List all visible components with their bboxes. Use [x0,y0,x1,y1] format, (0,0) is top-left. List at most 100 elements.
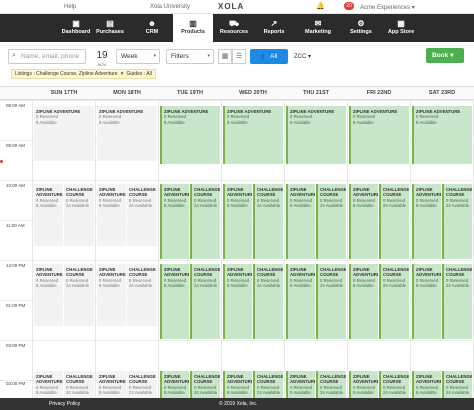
event-block[interactable]: ZIPLINE ADVENTURE 0 Reserved 8 Available [286,264,315,339]
event-block[interactable]: ZIPLINE ADVENTURE 0 Reserved 8 Available [97,264,126,326]
event-text: ADVENTURE [290,379,315,385]
event-block[interactable]: CHALLENGE COURSE 0 Reserved 24 Available [379,184,409,259]
event-block[interactable]: ZIPLINE ADVENTURE 0 Reserved 8 Available [286,371,315,398]
grid-line [95,100,96,398]
event-text: 8 Available [290,202,311,208]
event-block[interactable]: CHALLENGE COURSE 0 Reserved 24 Available [253,184,283,259]
event-text: 8 Available [416,282,437,288]
event-text: 8 Available [99,202,120,208]
event-block[interactable]: CHALLENGE COURSE 0 Reserved 24 Available [127,184,157,246]
event-text: 8 Available [290,282,311,288]
event-block[interactable]: ZIPLINE ADVENTURE 0 Reserved 8 Available [286,184,315,259]
event-text: 24 Available [320,389,344,395]
book-button[interactable]: Book ▾ [426,48,464,63]
nav-reports[interactable]: ↗ Reports [254,18,294,35]
reports-icon: ↗ [270,19,278,28]
event-block[interactable]: ZIPLINE ADVENTURE 0 Reserved 8 Available [160,106,220,164]
event-block[interactable]: CHALLENGE COURSE 0 Reserved 24 Available [64,264,94,326]
event-text: 24 Available [194,389,218,395]
event-block[interactable]: ZIPLINE ADVENTURE 0 Reserved 8 Available [34,371,63,398]
event-block[interactable]: ZIPLINE ADVENTURE 0 Reserved 8 Available [34,106,94,161]
event-block[interactable]: ZIPLINE ADVENTURE 0 Reserved 8 Available [412,184,441,259]
event-block[interactable]: CHALLENGE COURSE 0 Reserved 24 Available [190,371,220,398]
event-text: ADVENTURE [227,379,252,385]
event-block[interactable]: CHALLENGE COURSE 0 Reserved 24 Available [316,264,346,339]
event-text: 8 Available [164,202,185,208]
event-block[interactable]: ZIPLINE ADVENTURE 0 Reserved 8 Available [223,264,252,339]
event-block[interactable]: ZIPLINE ADVENTURE 0 Reserved 8 Available [412,264,441,339]
event-block[interactable]: ZIPLINE ADVENTURE 0 Reserved 8 Available [97,106,157,161]
filters-select[interactable]: Filters ▾ [166,49,214,64]
privacy-policy-link[interactable]: Privacy Policy [49,398,80,410]
event-block[interactable]: ZIPLINE ADVENTURE 0 Reserved 8 Available [160,264,189,339]
event-block[interactable]: CHALLENGE COURSE 0 Reserved 24 Available [127,371,157,398]
event-text: ADVENTURE [164,272,189,278]
event-block[interactable]: ZIPLINE ADVENTURE 0 Reserved 8 Available [223,184,252,259]
view-select[interactable]: Week ▾ [116,49,160,64]
time-label: 11:00 AM [6,223,25,228]
event-block[interactable]: CHALLENGE COURSE 0 Reserved 24 Available [316,371,346,398]
nav-products[interactable]: ▥ Products [173,14,213,42]
week-header: SUN 17TH MON 18TH TUE 19TH WED 20TH THU … [0,86,474,100]
time-label: 12:00 PM [6,263,26,268]
date-picker[interactable]: 19 NOV [94,45,110,67]
event-block[interactable]: CHALLENGE COURSE 0 Reserved 24 Available [64,184,94,246]
event-block[interactable]: ZIPLINE ADVENTURE 0 Reserved 8 Available [160,184,189,259]
all-guides-button[interactable]: 👥 All [250,49,288,64]
event-block[interactable]: ZIPLINE ADVENTURE 0 Reserved 8 Available [349,371,378,398]
event-block[interactable]: CHALLENGE COURSE 0 Reserved 24 Available [253,371,283,398]
event-text: 8 Available [227,389,248,395]
nav-purchases[interactable]: ▤ Purchases [90,18,130,35]
event-block[interactable]: CHALLENGE COURSE 0 Reserved 24 Available [379,264,409,339]
event-block[interactable]: CHALLENGE COURSE 0 Reserved 24 Available [190,264,220,339]
notification-bell-icon[interactable]: 🔔 [316,2,325,10]
event-block[interactable]: ZIPLINE ADVENTURE 0 Reserved 8 Available [349,184,378,259]
search-input[interactable]: ⌕ Name, email, phone [8,49,86,64]
event-text: 24 Available [257,389,281,395]
list-view-button[interactable]: ☰ [232,49,246,64]
event-block[interactable]: ZIPLINE ADVENTURE 0 Reserved 8 Available [223,106,283,164]
event-block[interactable]: ZIPLINE ADVENTURE 0 Reserved 8 Available [349,106,409,164]
time-label: 10:00 AM [6,183,26,188]
event-block[interactable]: ZIPLINE ADVENTURE 0 Reserved 8 Available [34,264,63,326]
settings-icon: ⚙ [357,19,365,28]
calendar-view-button[interactable]: ▦ [218,49,232,64]
event-block[interactable]: CHALLENGE COURSE 0 Reserved 24 Available [316,184,346,259]
event-block[interactable]: CHALLENGE COURSE 0 Reserved 24 Available [127,264,157,326]
event-block[interactable]: CHALLENGE COURSE 0 Reserved 24 Available [442,371,472,398]
nav-marketing[interactable]: ✉ Marketing [298,18,338,35]
event-block[interactable]: CHALLENGE COURSE 0 Reserved 24 Available [379,371,409,398]
event-block[interactable]: CHALLENGE COURSE 0 Reserved 24 Available [190,184,220,259]
event-text: 24 Available [194,202,218,208]
event-text: ADVENTURE [353,192,378,198]
event-block[interactable]: ZIPLINE ADVENTURE 0 Reserved 8 Available [34,184,63,246]
event-block[interactable]: ZIPLINE ADVENTURE 0 Reserved 8 Available [97,371,126,398]
event-text: 24 Available [383,202,407,208]
day-header: TUE 19TH [177,90,203,96]
timezone-select[interactable]: ZCC ▾ [294,53,311,60]
time-label: 08:00 AM [6,103,26,108]
university-link[interactable]: Xola University [150,4,190,10]
event-block[interactable]: ZIPLINE ADVENTURE 0 Reserved 8 Available [412,371,441,398]
account-menu[interactable]: Acme Experiences ▾ [360,4,415,11]
nav-settings[interactable]: ⚙ Settings [341,18,381,35]
event-block[interactable]: ZIPLINE ADVENTURE 0 Reserved 8 Available [223,371,252,398]
remove-listings-filter-icon[interactable]: × [121,71,124,77]
event-block[interactable]: ZIPLINE ADVENTURE 0 Reserved 8 Available [349,264,378,339]
nav-app-store[interactable]: ▦ App Store [381,18,421,35]
event-block[interactable]: ZIPLINE ADVENTURE 0 Reserved 8 Available [160,371,189,398]
event-block[interactable]: CHALLENGE COURSE 0 Reserved 24 Available [442,184,472,259]
nav-crm[interactable]: ☻ CRM [132,18,172,35]
help-link[interactable]: Help [64,4,76,10]
event-block[interactable]: ZIPLINE ADVENTURE 0 Reserved 8 Available [97,184,126,246]
event-block[interactable]: ZIPLINE ADVENTURE 0 Reserved 8 Available [286,106,346,164]
event-text: 8 Available [290,389,311,395]
event-block[interactable]: ZIPLINE ADVENTURE 0 Reserved 8 Available [412,106,472,164]
event-block[interactable]: CHALLENGE COURSE 0 Reserved 24 Available [442,264,472,339]
event-text: ADVENTURE [290,192,315,198]
nav-resources[interactable]: ⛟ Resources [214,18,254,35]
event-text: 8 Available [164,282,185,288]
event-text: 8 Available [353,119,374,125]
event-block[interactable]: CHALLENGE COURSE 0 Reserved 24 Available [253,264,283,339]
event-block[interactable]: CHALLENGE COURSE 0 Reserved 24 Available [64,371,94,398]
